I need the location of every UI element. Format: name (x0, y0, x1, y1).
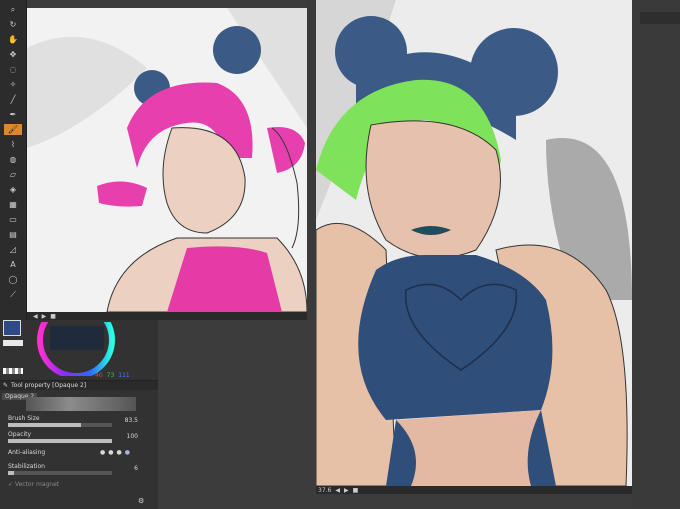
brush-icon[interactable]: 🖌 (4, 124, 22, 135)
vector-magnet-label: Vector magnet (14, 481, 60, 488)
green-value: 73 (106, 372, 115, 379)
nav-left-icon[interactable]: ◀ (335, 487, 340, 494)
gradient-icon[interactable]: ▦ (4, 199, 22, 210)
antialias-label: Anti-aliasing (8, 449, 46, 456)
hand-icon[interactable]: ✋ (4, 34, 22, 45)
frame-icon[interactable]: ▤ (4, 229, 22, 240)
stabilization-row[interactable]: Stabilization 6 (8, 463, 148, 475)
vector-magnet-row[interactable]: ✓ Vector magnet (8, 481, 148, 488)
move-icon[interactable]: ✥ (4, 49, 22, 60)
balloon-icon[interactable]: ◯ (4, 274, 22, 285)
transparent-swatch[interactable] (3, 368, 23, 374)
opacity-fill (8, 439, 112, 443)
nav-fit-icon[interactable]: ■ (353, 487, 359, 494)
antialias-medium-icon[interactable]: ● (117, 449, 122, 456)
zoom-readout-right: 37.6 (318, 486, 332, 494)
tool-palette: ⌕ ↻ ✋ ✥ ◌ ✧ ╱ ✒ 🖌 ⌇ ◍ ▱ ◈ ▦ ▭ ▤ ◿ A ◯ ⟋ (0, 0, 27, 320)
nav-right-icon[interactable]: ▶ (344, 487, 349, 494)
antialias-none-icon[interactable]: ● (100, 449, 105, 456)
opacity-label: Opacity (8, 431, 32, 438)
magic-wand-icon[interactable]: ✧ (4, 79, 22, 90)
stabilization-fill (8, 471, 14, 475)
right-panel-area (632, 0, 680, 508)
main-color-swatch[interactable] (3, 320, 21, 336)
lasso-icon[interactable]: ◌ (4, 64, 22, 75)
correct-line-icon[interactable]: ⟋ (4, 289, 22, 300)
color-wheel-panel: 40 73 111 (0, 320, 158, 380)
antialias-weak-icon[interactable]: ● (108, 449, 113, 456)
brush-size-row[interactable]: Brush Size 83.5 (8, 415, 148, 427)
airbrush-icon[interactable]: ⌇ (4, 139, 22, 150)
color-values: 40 73 111 (95, 372, 130, 379)
wrench-icon: ✎ (3, 382, 9, 389)
sub-color-swatch[interactable] (3, 340, 23, 346)
nav-flip-icon[interactable]: ▶ (42, 313, 47, 320)
nav-scroll-icon[interactable]: ■ (50, 313, 56, 320)
brush-size-value[interactable]: 83.5 (125, 417, 138, 424)
tool-property-header: ✎ Tool property [Opaque 2] (0, 381, 158, 390)
pen-icon[interactable]: ✒ (4, 109, 22, 120)
nav-rotate-icon[interactable]: ◀ (33, 313, 38, 320)
tool-property-title: Tool property [Opaque 2] (11, 382, 87, 389)
panel-tab[interactable] (640, 12, 680, 24)
brush-stroke-preview (26, 397, 136, 411)
ruler-icon[interactable]: ◿ (4, 244, 22, 255)
tool-property-panel: ✎ Tool property [Opaque 2] Opaque 2 Brus… (0, 380, 158, 509)
empty-panel-area (158, 320, 316, 508)
checkbox-icon[interactable]: ✓ (8, 481, 13, 488)
opacity-row[interactable]: Opacity 100 (8, 431, 148, 443)
canvas-status-bar-left: ◀ ▶ ■ (27, 312, 307, 320)
stabilization-label: Stabilization (8, 463, 45, 470)
stabilization-value[interactable]: 6 (134, 465, 138, 472)
color-artwork (316, 0, 632, 487)
eyedropper-icon[interactable]: ╱ (4, 94, 22, 105)
color-wheel[interactable] (26, 322, 130, 376)
blend-icon[interactable]: ◍ (4, 154, 22, 165)
canvas-sketch[interactable]: ◀ ▶ ■ (27, 8, 307, 320)
opacity-value[interactable]: 100 (127, 433, 138, 440)
settings-icon[interactable]: ⚙ (138, 497, 144, 505)
brush-size-fill (8, 423, 81, 427)
rotate-icon[interactable]: ↻ (4, 19, 22, 30)
canvas-color[interactable]: 37.6 ◀ ▶ ■ (316, 0, 632, 494)
canvas-status-bar-right: 37.6 ◀ ▶ ■ (316, 486, 632, 494)
figure-icon[interactable]: ▭ (4, 214, 22, 225)
blue-value: 111 (118, 372, 130, 379)
text-icon[interactable]: A (4, 259, 22, 270)
brush-size-label: Brush Size (8, 415, 40, 422)
antialias-strong-icon[interactable]: ● (125, 449, 130, 456)
antialias-options[interactable]: ● ● ● ● (100, 449, 130, 456)
zoom-icon[interactable]: ⌕ (4, 4, 22, 15)
fill-icon[interactable]: ◈ (4, 184, 22, 195)
antialias-row[interactable]: Anti-aliasing ● ● ● ● (8, 449, 148, 456)
eraser-icon[interactable]: ▱ (4, 169, 22, 180)
red-value: 40 (95, 372, 103, 379)
stabilization-track (8, 471, 112, 475)
sketch-artwork (27, 8, 307, 313)
